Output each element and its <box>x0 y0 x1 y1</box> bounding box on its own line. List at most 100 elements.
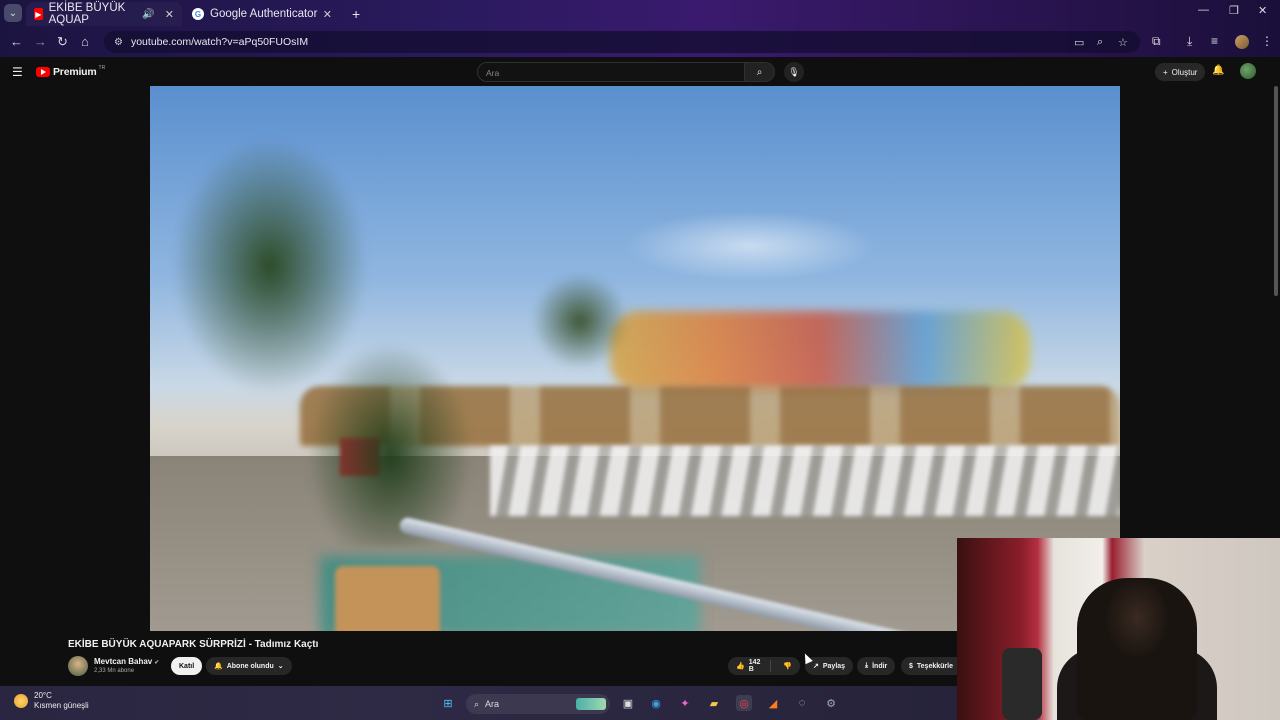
youtube-play-icon <box>36 67 50 77</box>
microphone-icon: 🎙 <box>788 66 800 77</box>
weather-widget[interactable]: 20°C Kısmen güneşli <box>14 691 89 711</box>
reload-icon[interactable]: ↻ <box>57 34 68 50</box>
google-icon: G <box>192 8 204 20</box>
file-explorer-icon[interactable]: ▰ <box>706 695 722 711</box>
plus-icon: + <box>1163 67 1168 77</box>
steam-icon[interactable]: ⚙ <box>823 695 839 711</box>
youtube-logo[interactable]: Premium TR <box>36 65 106 78</box>
obs-icon[interactable]: ◌ <box>794 695 810 711</box>
weather-condition: Kısmen güneşli <box>34 701 89 710</box>
search-input[interactable]: Ara <box>477 62 745 82</box>
taskbar-search-label: Ara <box>485 699 500 709</box>
video-info: EKİBE BÜYÜK AQUAPARK SÜRPRİZİ - Tadımız … <box>0 631 957 686</box>
share-label: Paylaş <box>822 662 846 670</box>
thanks-label: Teşekkürle <box>916 662 953 670</box>
tab-google-authenticator[interactable]: G Google Authenticator ✕ <box>184 2 340 26</box>
search-icon: ⌕ <box>756 66 763 78</box>
dislike-button[interactable]: 👎 <box>775 662 800 670</box>
scroll-thumb[interactable] <box>1274 86 1278 296</box>
share-icon: ↗ <box>813 663 819 670</box>
new-tab-button[interactable]: + <box>344 2 364 26</box>
person-head <box>1077 578 1197 720</box>
subscribed-label: Abone olundu <box>226 662 274 670</box>
menu-icon[interactable]: ⋮ <box>1261 34 1273 48</box>
windows-taskbar: 20°C Kısmen güneşli ⊞ ⌕ Ara ▣ ◉ ✦ ▰ ◎ ◢ … <box>0 686 957 720</box>
page-scrollbar[interactable] <box>1272 86 1280 538</box>
forward-icon[interactable]: → <box>34 34 47 49</box>
like-count: 142 B <box>748 659 761 673</box>
channel-name-text: Mevtcan Bahav <box>94 657 153 666</box>
youtube-icon: ▶ <box>34 8 43 20</box>
thumbs-up-icon: 👍 <box>736 663 745 670</box>
bell-icon: 🔔 <box>214 663 223 670</box>
region-label: TR <box>98 65 106 71</box>
hamburger-menu-icon[interactable]: ☰ <box>12 65 23 79</box>
address-bar[interactable]: ⚙ youtube.com/watch?v=aPq50FUOsIM ▭ ⌕ ☆ <box>104 31 1140 53</box>
download-button[interactable]: ⤓ İndir <box>857 657 896 675</box>
account-avatar[interactable] <box>1240 63 1256 79</box>
palm-trees <box>150 126 470 546</box>
close-tab-icon[interactable]: ✕ <box>165 8 174 21</box>
browser-chrome: ⌄ ▶ EKİBE BÜYÜK AQUAP 🔊 ✕ G Google Authe… <box>0 0 1280 57</box>
site-info-icon[interactable]: ⚙ <box>114 37 123 48</box>
video-title: EKİBE BÜYÜK AQUAPARK SÜRPRİZİ - Tadımız … <box>68 639 319 650</box>
search-icon: ⌕ <box>474 698 480 709</box>
tab-bar: ⌄ ▶ EKİBE BÜYÜK AQUAP 🔊 ✕ G Google Authe… <box>0 0 1280 28</box>
notifications-bell-icon[interactable]: 🔔 <box>1212 65 1224 76</box>
tab-search-icon[interactable]: ⌄ <box>4 4 22 22</box>
thanks-button[interactable]: $ Teşekkürle <box>901 657 957 675</box>
brand-label: Premium <box>53 66 97 78</box>
create-button[interactable]: + Oluştur <box>1155 63 1206 81</box>
join-button[interactable]: Katıl <box>171 657 203 675</box>
cast-icon[interactable]: ▭ <box>1074 36 1084 49</box>
zoom-icon[interactable]: ⌕ <box>1097 36 1103 49</box>
close-tab-icon[interactable]: ✕ <box>323 8 332 21</box>
app-icon[interactable]: ◢ <box>765 695 781 711</box>
media-control-icon[interactable]: ≡ <box>1211 34 1218 48</box>
search-button[interactable]: ⌕ <box>745 62 775 82</box>
create-label: Oluştur <box>1171 67 1198 77</box>
tab-title: EKİBE BÜYÜK AQUAP <box>48 2 126 26</box>
webcam-overlay <box>957 538 1280 720</box>
tab-youtube[interactable]: ▶ EKİBE BÜYÜK AQUAP 🔊 ✕ <box>26 2 182 26</box>
search-highlight-image <box>576 698 606 710</box>
chevron-down-icon: ⌄ <box>277 663 284 670</box>
extensions-icon[interactable]: ⧉ <box>1152 34 1161 49</box>
channel-avatar[interactable] <box>68 656 88 676</box>
like-dislike-group: 👍 142 B 👎 <box>728 657 800 675</box>
maximize-icon[interactable]: ❐ <box>1229 4 1239 17</box>
weather-icon <box>14 694 28 708</box>
tree <box>520 256 640 386</box>
taskbar-search[interactable]: ⌕ Ara <box>466 694 610 714</box>
like-button[interactable]: 👍 142 B <box>728 659 772 673</box>
bookmark-star-icon[interactable]: ☆ <box>1118 36 1128 49</box>
download-label: İndir <box>872 662 888 670</box>
url-text: youtube.com/watch?v=aPq50FUOsIM <box>130 36 309 48</box>
windows-start-icon[interactable]: ⊞ <box>440 695 456 711</box>
copilot-icon[interactable]: ✦ <box>677 695 693 711</box>
browser-toolbar: ← → ↻ ⌂ ⚙ youtube.com/watch?v=aPq50FUOsI… <box>0 28 1280 57</box>
subscribed-button[interactable]: 🔔 Abone olundu ⌄ <box>206 657 292 675</box>
profile-avatar[interactable] <box>1235 35 1249 49</box>
minimize-icon[interactable]: — <box>1198 4 1209 16</box>
audio-icon[interactable]: 🔊 <box>142 9 154 20</box>
task-view-icon[interactable]: ▣ <box>620 695 636 711</box>
water-slides <box>610 311 1030 391</box>
thumbs-down-icon: 👎 <box>783 663 792 670</box>
verified-icon: ✔ <box>154 660 160 666</box>
edge-icon[interactable]: ◉ <box>648 695 664 711</box>
sun-loungers <box>490 446 1120 516</box>
download-icon: ⤓ <box>865 662 869 669</box>
chair <box>1002 648 1042 720</box>
channel-name[interactable]: Mevtcan Bahav ✔ <box>94 657 159 666</box>
thanks-icon: $ <box>909 662 913 670</box>
home-icon[interactable]: ⌂ <box>81 34 89 49</box>
chrome-icon[interactable]: ◎ <box>736 695 752 711</box>
youtube-header: ☰ Premium TR Ara ⌕ 🎙 + Oluştur 🔔 <box>0 57 1280 86</box>
voice-search-button[interactable]: 🎙 <box>784 62 804 82</box>
plant-pot <box>335 566 440 631</box>
subscriber-count: 2,33 Mn abone <box>94 668 135 674</box>
close-window-icon[interactable]: ✕ <box>1258 4 1267 17</box>
download-icon[interactable]: ⤓ <box>1187 34 1192 49</box>
back-icon[interactable]: ← <box>10 34 23 49</box>
